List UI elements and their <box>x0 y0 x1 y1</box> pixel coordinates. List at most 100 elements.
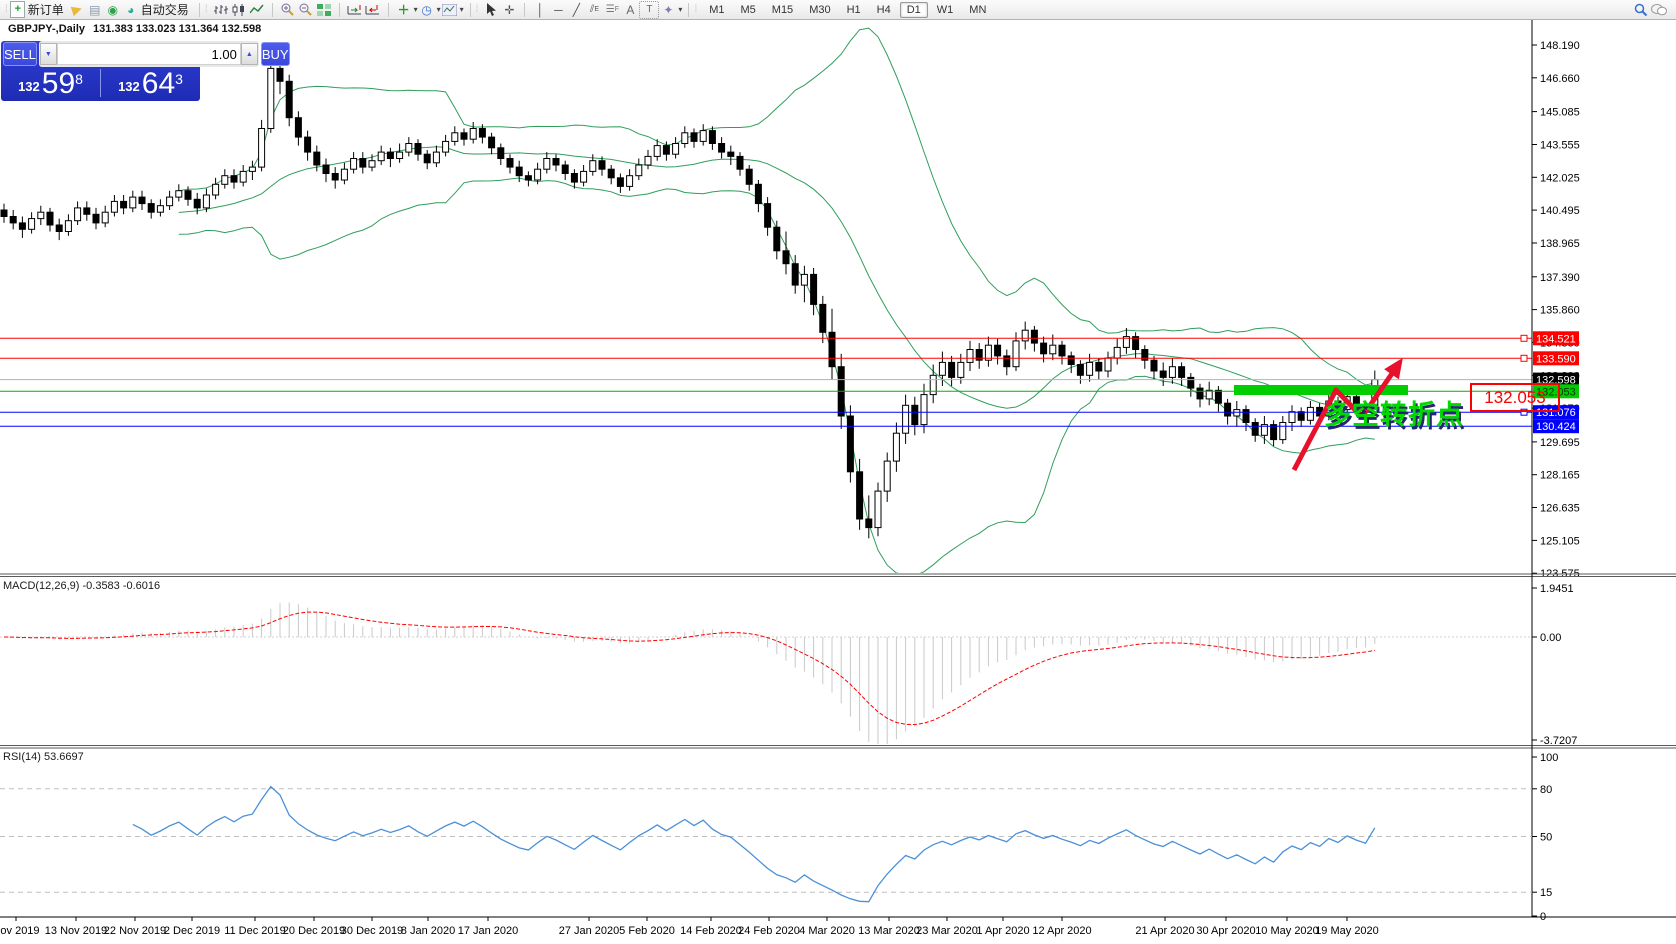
ohlc-values: 131.383 133.023 131.364 132.598 <box>93 23 262 35</box>
symbol-period-label: GBPJPY-,Daily <box>8 23 86 35</box>
new-order-label[interactable]: 新订单 <box>28 1 64 18</box>
support-price-callout[interactable]: 132.053 <box>1470 383 1560 412</box>
equidistant-channel-icon[interactable]: ⫽ E <box>585 2 603 18</box>
crosshair-icon[interactable]: ✛ <box>500 2 518 18</box>
timeframe-button-h4[interactable]: H4 <box>870 2 898 18</box>
sell-button[interactable]: SELL <box>3 42 37 66</box>
toolbar-grip: ⁞ <box>5 4 8 15</box>
sound-icon[interactable] <box>68 2 86 18</box>
one-click-trading-panel: SELL ▼ ▲ BUY 132598 132643 <box>1 41 290 101</box>
svg-text:19 May 2020: 19 May 2020 <box>1315 925 1379 937</box>
auto-scroll-icon[interactable] <box>346 2 364 18</box>
text-tool-icon[interactable]: A <box>621 2 639 18</box>
timeframe-toolbar: M1 M5 M15 M30 H1 H4 D1 W1 MN <box>698 0 997 19</box>
templates-dropdown-caret[interactable]: ▾ <box>460 5 464 14</box>
svg-text:2 Dec 2019: 2 Dec 2019 <box>164 925 220 937</box>
periods-icon[interactable]: ◷ <box>418 2 436 18</box>
line-chart-icon[interactable] <box>248 2 266 18</box>
svg-text:21 Apr 2020: 21 Apr 2020 <box>1135 925 1194 937</box>
svg-text:12 Apr 2020: 12 Apr 2020 <box>1032 925 1091 937</box>
volume-increase-button[interactable]: ▲ <box>240 43 258 65</box>
buy-button[interactable]: BUY <box>260 42 290 66</box>
chart-shift-icon[interactable] <box>364 2 382 18</box>
templates-icon[interactable] <box>441 2 459 18</box>
svg-text:140.495: 140.495 <box>1540 205 1580 217</box>
sell-price[interactable]: 132 59 8 <box>1 67 100 99</box>
svg-text:143.555: 143.555 <box>1540 140 1580 152</box>
svg-text:135.860: 135.860 <box>1540 305 1580 317</box>
svg-text:24 Feb 2020: 24 Feb 2020 <box>738 925 800 937</box>
svg-text:0.00: 0.00 <box>1540 632 1561 644</box>
svg-text:100: 100 <box>1540 752 1558 764</box>
timeframe-button-d1[interactable]: D1 <box>899 1 928 18</box>
indicators-icon[interactable]: ＋ <box>395 2 413 18</box>
svg-text:146.660: 146.660 <box>1540 73 1580 85</box>
signals-icon[interactable]: ◉ <box>104 2 122 18</box>
svg-text:0: 0 <box>1540 911 1546 923</box>
svg-text:5 Feb 2020: 5 Feb 2020 <box>619 925 675 937</box>
zoom-out-icon[interactable] <box>297 2 315 18</box>
svg-text:128.165: 128.165 <box>1540 470 1580 482</box>
svg-text:145.085: 145.085 <box>1540 107 1580 119</box>
svg-text:23 Mar 2020: 23 Mar 2020 <box>916 925 978 937</box>
svg-text:13 Mar 2020: 13 Mar 2020 <box>858 925 920 937</box>
shapes-icon[interactable]: ✦ <box>659 2 677 18</box>
svg-text:13 Nov 2019: 13 Nov 2019 <box>45 925 107 937</box>
svg-text:133.590: 133.590 <box>1536 353 1576 365</box>
volume-stepper: ▼ ▲ <box>38 41 259 67</box>
auto-trading-label[interactable]: 自动交易 <box>141 1 189 18</box>
svg-text:Nov 2019: Nov 2019 <box>0 925 40 937</box>
chart-ohlc-title: GBPJPY-,Daily 131.383 133.023 131.364 132… <box>8 23 261 35</box>
svg-text:10 May 2020: 10 May 2020 <box>1255 925 1319 937</box>
timeframe-button-w1[interactable]: W1 <box>930 2 961 18</box>
autotrading-icon[interactable]: ◕ <box>122 2 140 18</box>
svg-text:126.635: 126.635 <box>1540 503 1580 515</box>
search-icon[interactable] <box>1632 2 1650 18</box>
publish-icon[interactable]: ▤ <box>86 2 104 18</box>
svg-text:15: 15 <box>1540 887 1552 899</box>
timeframe-button-m30[interactable]: M30 <box>802 2 837 18</box>
rsi-pane-label: RSI(14) 53.6697 <box>3 751 84 763</box>
timeframe-button-m15[interactable]: M15 <box>765 2 800 18</box>
tile-windows-icon[interactable] <box>315 2 333 18</box>
chat-icon[interactable] <box>1650 2 1668 18</box>
timeframe-button-m1[interactable]: M1 <box>702 2 731 18</box>
svg-text:22 Nov 2019: 22 Nov 2019 <box>104 925 166 937</box>
cursor-icon[interactable] <box>482 2 500 18</box>
svg-text:30 Apr 2020: 30 Apr 2020 <box>1196 925 1255 937</box>
svg-text:20 Dec 2019: 20 Dec 2019 <box>283 925 345 937</box>
volume-input[interactable] <box>56 43 241 65</box>
buy-price[interactable]: 132 64 3 <box>101 67 200 99</box>
svg-text:11 Dec 2019: 11 Dec 2019 <box>224 925 286 937</box>
vertical-line-icon[interactable]: │ <box>531 2 549 18</box>
top-toolbar: ⁞ + 新订单 ▤ ◉ ◕ 自动交易 ⁞ ＋ ▾ ◷ ▾ ▾ ⁞ ✛ │ ─ ╱ ⫽… <box>0 0 1676 20</box>
svg-text:50: 50 <box>1540 832 1552 844</box>
timeframe-button-h1[interactable]: H1 <box>840 2 868 18</box>
fibonacci-icon[interactable]: ☰ F <box>603 2 621 18</box>
svg-text:80: 80 <box>1540 784 1552 796</box>
svg-text:1.9451: 1.9451 <box>1540 583 1574 595</box>
svg-text:14 Feb 2020: 14 Feb 2020 <box>680 925 742 937</box>
timeframe-button-mn[interactable]: MN <box>962 2 993 18</box>
candlestick-chart-icon[interactable] <box>230 2 248 18</box>
trendline-icon[interactable]: ╱ <box>567 2 585 18</box>
new-order-button[interactable]: + <box>9 1 27 18</box>
shapes-dropdown-caret[interactable]: ▾ <box>678 5 682 14</box>
svg-text:8 Jan 2020: 8 Jan 2020 <box>401 925 455 937</box>
label-tool-icon[interactable]: T <box>639 0 660 19</box>
macd-pane-label: MACD(12,26,9) -0.3583 -0.6016 <box>3 580 161 592</box>
svg-text:148.190: 148.190 <box>1540 40 1580 52</box>
bar-chart-icon[interactable] <box>212 2 230 18</box>
zoom-in-icon[interactable] <box>279 2 297 18</box>
svg-text:27 Jan 2020: 27 Jan 2020 <box>559 925 620 937</box>
svg-text:125.105: 125.105 <box>1540 535 1580 547</box>
horizontal-line-icon[interactable]: ─ <box>549 2 567 18</box>
turning-point-annotation: 多空转折点 <box>1324 400 1464 430</box>
svg-text:134.521: 134.521 <box>1536 333 1576 345</box>
timeframe-button-m5[interactable]: M5 <box>734 2 763 18</box>
svg-text:138.965: 138.965 <box>1540 238 1580 250</box>
price-chart[interactable]: 148.190 146.660 145.085 143.555 142.025 140.4… <box>0 0 1676 944</box>
svg-text:137.390: 137.390 <box>1540 272 1580 284</box>
svg-text:-3.7207: -3.7207 <box>1540 735 1577 747</box>
volume-decrease-button[interactable]: ▼ <box>39 43 57 65</box>
